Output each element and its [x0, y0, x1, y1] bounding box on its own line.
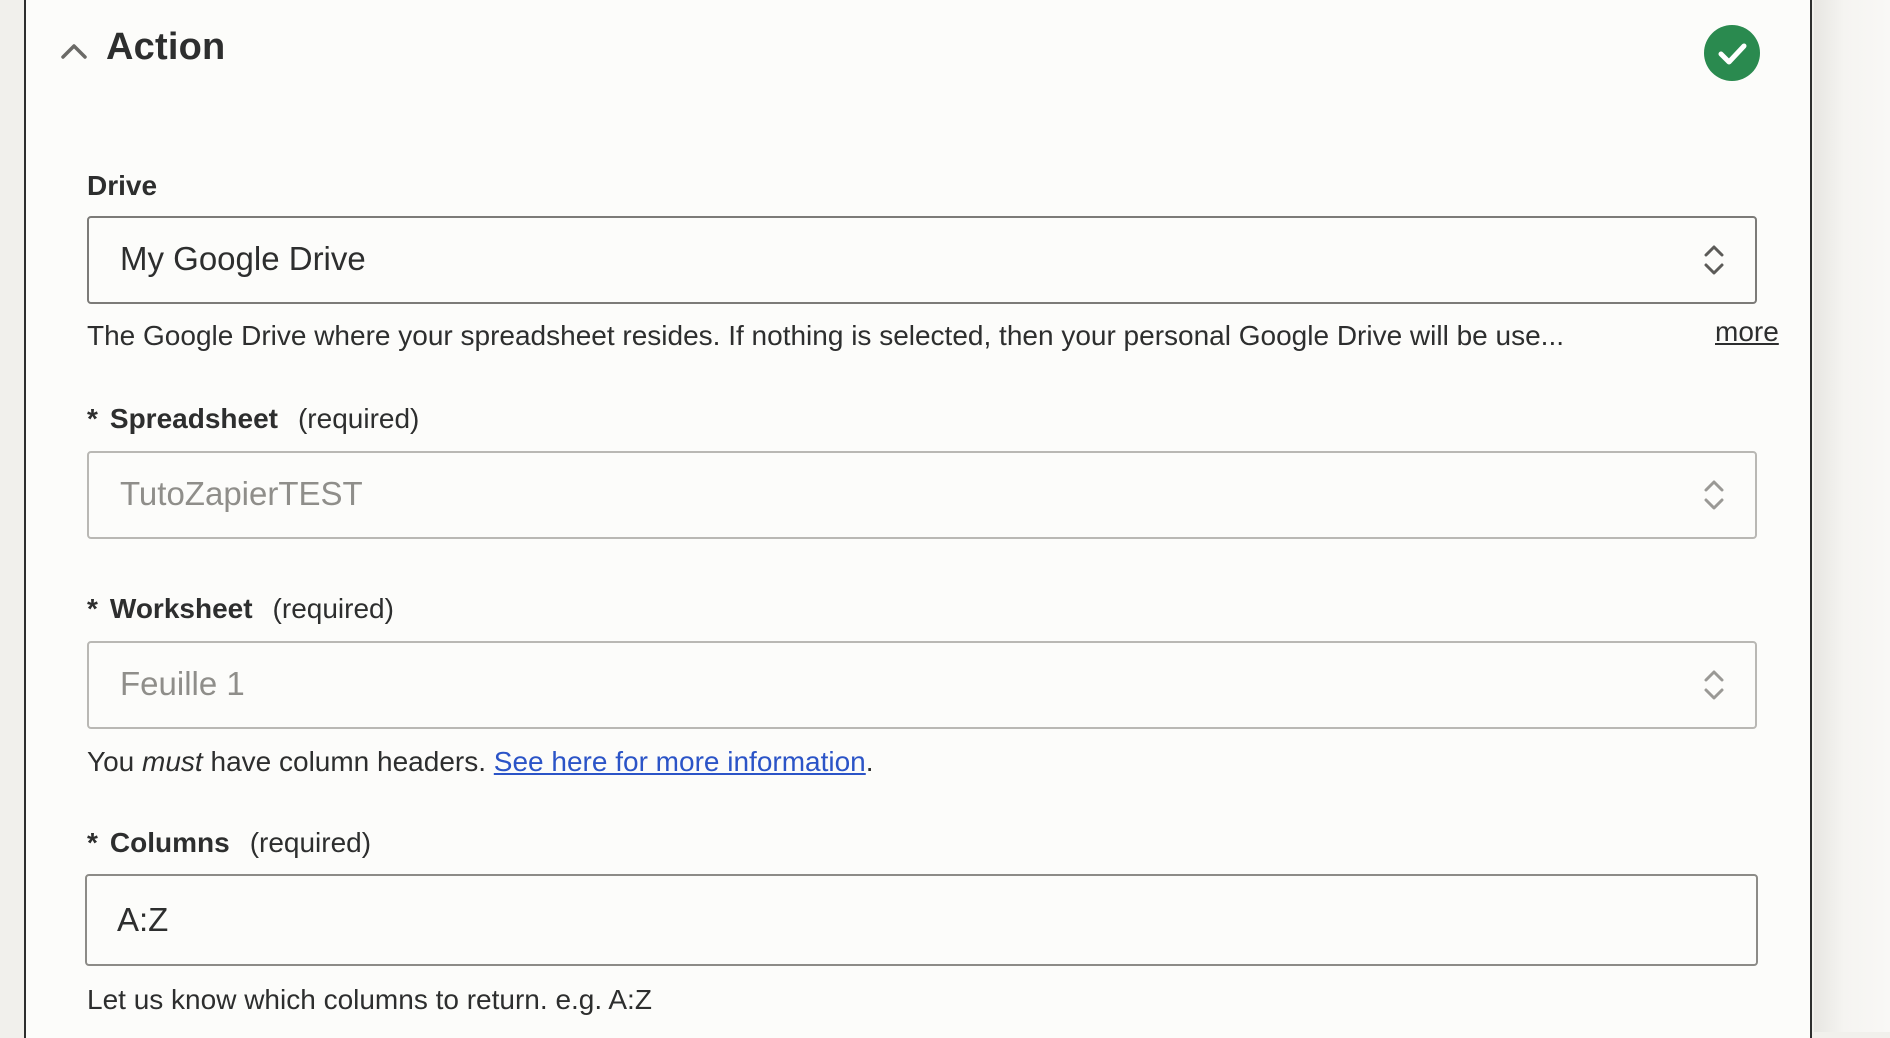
required-note: (required)	[249, 827, 372, 858]
required-marker: *	[87, 593, 98, 624]
action-panel: Action Drive My Google Drive The Google …	[24, 0, 1812, 1038]
worksheet-help-text: You must have column headers. See here f…	[87, 746, 874, 777]
required-marker: *	[87, 403, 98, 434]
required-marker: *	[87, 827, 98, 858]
required-note: (required)	[297, 403, 420, 434]
chevron-up-down-icon	[1701, 240, 1727, 280]
spreadsheet-select-value: TutoZapierTEST	[120, 475, 363, 512]
worksheet-select-value: Feuille 1	[120, 665, 245, 702]
chevron-up-icon	[61, 44, 87, 59]
emphasis-text: must	[142, 746, 203, 777]
spreadsheet-label: * Spreadsheet (required)	[87, 403, 420, 434]
columns-help-text: Let us know which columns to return. e.g…	[87, 984, 652, 1015]
check-circle-icon	[1704, 25, 1760, 81]
worksheet-select[interactable]: Feuille 1	[87, 641, 1757, 729]
collapse-button[interactable]	[54, 32, 94, 72]
window-edge-shadow	[1814, 0, 1890, 1032]
section-title: Action	[106, 26, 226, 68]
required-note: (required)	[272, 593, 394, 624]
columns-label: * Columns (required)	[87, 827, 372, 858]
columns-input[interactable]	[85, 874, 1758, 966]
drive-help-text: The Google Drive where your spreadsheet …	[87, 320, 1564, 351]
chevron-up-down-icon	[1701, 665, 1727, 705]
worksheet-label: * Worksheet (required)	[87, 593, 394, 624]
drive-more-link[interactable]: more	[1715, 316, 1779, 348]
drive-select-value: My Google Drive	[120, 240, 366, 277]
section-header[interactable]: Action	[26, 0, 1810, 104]
chevron-up-down-icon	[1701, 475, 1727, 515]
spreadsheet-select[interactable]: TutoZapierTEST	[87, 451, 1757, 539]
drive-select[interactable]: My Google Drive	[87, 216, 1757, 304]
drive-label: Drive	[87, 170, 158, 201]
more-information-link[interactable]: See here for more information	[494, 746, 866, 777]
